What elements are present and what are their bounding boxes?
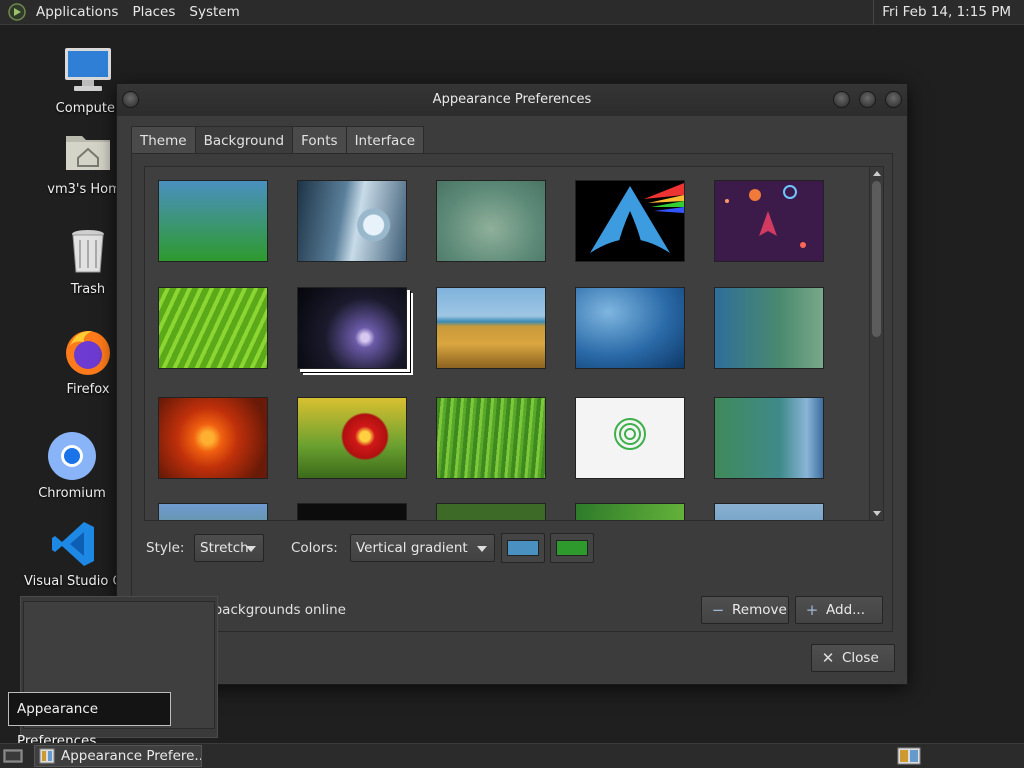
space-wallpaper xyxy=(725,185,806,248)
wallpaper-thumbnail[interactable] xyxy=(297,287,407,369)
taskbar-window-button[interactable]: Appearance Prefere... xyxy=(34,745,202,767)
window-title: Appearance Preferences xyxy=(432,92,592,107)
colors-dropdown[interactable]: Vertical gradient xyxy=(350,534,495,562)
wallpaper-thumbnail[interactable] xyxy=(158,180,268,262)
wallpaper-thumbnail[interactable] xyxy=(575,397,685,479)
secondary-color-button[interactable] xyxy=(550,533,594,563)
scroll-up-icon[interactable] xyxy=(873,171,881,176)
wallpaper-thumbnail[interactable] xyxy=(436,503,546,520)
wallpaper-thumbnail[interactable] xyxy=(575,287,685,369)
wallpaper-thumbnail[interactable] xyxy=(714,503,824,520)
wallpaper-thumbnail[interactable] xyxy=(297,180,407,262)
top-panel: Applications Places System Fri Feb 14, 1… xyxy=(0,0,1024,25)
distro-logo-icon[interactable] xyxy=(7,2,27,22)
chevron-down-icon xyxy=(477,546,487,552)
clock[interactable]: Fri Feb 14, 1:15 PM xyxy=(873,0,1019,25)
gallery-scrollbar[interactable] xyxy=(869,167,883,520)
appearance-app-icon xyxy=(39,748,55,764)
tab-bar: Theme Background Fonts Interface xyxy=(131,126,425,154)
tab-background[interactable]: Background xyxy=(194,126,294,154)
tab-interface[interactable]: Interface xyxy=(345,126,425,154)
taskbar-window-label: Appearance Prefere... xyxy=(61,748,202,764)
system-menu[interactable]: System xyxy=(182,4,246,20)
applications-menu[interactable]: Applications xyxy=(29,4,125,20)
desktop-icon-chromium[interactable]: Chromium xyxy=(22,430,122,501)
maximize-icon[interactable] xyxy=(859,91,876,108)
desktop-icon-vscode[interactable]: Visual Studio Code xyxy=(24,518,146,589)
wallpaper-thumbnail[interactable] xyxy=(575,180,685,262)
appearance-preferences-window: Appearance Preferences Theme Background … xyxy=(116,83,908,685)
wallpaper-thumbnail[interactable] xyxy=(297,503,407,520)
trash-icon xyxy=(62,226,114,278)
remove-button-label: Remove xyxy=(732,602,787,618)
scroll-down-icon[interactable] xyxy=(873,511,881,516)
vscode-icon xyxy=(48,518,100,570)
arch-logo-wallpaper xyxy=(590,183,684,253)
minimize-icon[interactable] xyxy=(833,91,850,108)
wallpaper-thumbnail[interactable] xyxy=(158,287,268,369)
wallpaper-thumbnail[interactable] xyxy=(714,397,824,479)
plus-icon: + xyxy=(805,601,819,619)
wallpaper-thumbnail[interactable] xyxy=(297,397,407,479)
wallpaper-thumbnail[interactable] xyxy=(436,397,546,479)
primary-color-button[interactable] xyxy=(501,533,545,563)
wallpaper-thumbnail[interactable] xyxy=(436,287,546,369)
firefox-icon xyxy=(62,326,114,378)
minus-icon: − xyxy=(711,601,725,619)
add-button-label: Add... xyxy=(826,602,866,618)
style-dropdown-value: Stretch xyxy=(200,540,249,556)
chevron-down-icon xyxy=(246,546,256,552)
scrollbar-thumb[interactable] xyxy=(872,181,881,337)
close-button[interactable]: ✕ Close xyxy=(811,644,895,672)
wallpaper-gallery xyxy=(144,166,884,521)
add-button[interactable]: + Add... xyxy=(795,596,883,624)
wallpaper-thumbnail[interactable] xyxy=(436,180,546,262)
places-menu[interactable]: Places xyxy=(125,4,182,20)
style-dropdown[interactable]: Stretch xyxy=(194,534,264,562)
close-icon: ✕ xyxy=(821,649,835,667)
window-menu-icon[interactable] xyxy=(122,91,139,108)
desktop-icon-label: Visual Studio Code xyxy=(24,574,146,589)
style-label: Style: xyxy=(146,540,185,556)
wallpaper-thumbnail[interactable] xyxy=(158,503,268,520)
tab-theme[interactable]: Theme xyxy=(131,126,196,154)
window-titlebar[interactable]: Appearance Preferences xyxy=(117,84,907,116)
colors-dropdown-value: Vertical gradient xyxy=(356,540,468,556)
colors-label: Colors: xyxy=(291,540,338,556)
background-tab-panel: Style: Stretch Colors: Vertical gradient… xyxy=(131,153,893,632)
logo-wallpaper xyxy=(614,418,646,450)
tab-fonts[interactable]: Fonts xyxy=(292,126,347,154)
show-desktop-icon[interactable] xyxy=(3,748,23,764)
window-tooltip: Appearance Preferences xyxy=(8,692,171,749)
bottom-panel: Appearance Prefere... xyxy=(0,743,1024,768)
wallpaper-thumbnail[interactable] xyxy=(575,503,685,520)
workspace-switcher-icon[interactable] xyxy=(897,747,921,765)
primary-color-swatch xyxy=(507,540,539,556)
wallpaper-thumbnail[interactable] xyxy=(714,180,824,262)
computer-icon xyxy=(62,45,114,97)
close-button-label: Close xyxy=(842,650,879,666)
secondary-color-swatch xyxy=(556,540,588,556)
close-window-icon[interactable] xyxy=(885,91,902,108)
home-folder-icon xyxy=(62,126,114,178)
wallpaper-thumbnail[interactable] xyxy=(714,287,824,369)
desktop-icon-label: Chromium xyxy=(38,486,106,501)
chromium-icon xyxy=(46,430,98,482)
wallpaper-thumbnail[interactable] xyxy=(158,397,268,479)
remove-button[interactable]: − Remove xyxy=(701,596,789,624)
